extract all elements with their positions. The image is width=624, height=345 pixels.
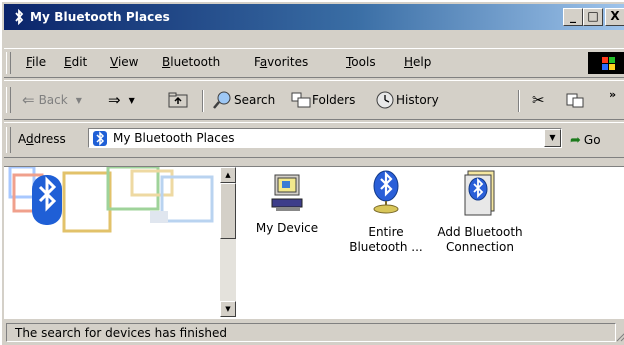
item-label: My Device [255,221,319,235]
go-button[interactable]: ➦ Go [570,129,601,151]
menu-view[interactable]: View [110,55,138,69]
back-arrow-icon: ⇐ [22,91,35,109]
address-label: Address [18,132,66,146]
copy-icon [566,93,584,108]
back-dropdown-icon[interactable]: ▼ [76,96,82,105]
explorer-window: My Bluetooth Places _ □ X File Edit View… [0,0,624,345]
menu-grip[interactable] [6,52,11,74]
address-combobox[interactable]: My Bluetooth Places ▼ [88,128,562,148]
menu-favorites[interactable]: Favorites [254,55,308,69]
toolbar-overflow-chevron[interactable]: » [609,83,616,105]
standard-toolbar: ⇐ Back ▼ ⇒ ▼ Search Folders History ✂ » [4,80,624,120]
toolbar-separator [202,90,204,112]
folders-button[interactable]: Folders [290,89,355,111]
up-folder-button[interactable] [168,89,188,111]
menu-tools[interactable]: Tools [346,55,376,69]
bluetooth-globe-icon [373,170,399,214]
history-icon [376,91,394,109]
window-title: My Bluetooth Places [30,10,170,24]
search-button[interactable]: Search [212,89,275,111]
search-icon [213,91,231,109]
cut-button[interactable]: ✂ [532,89,545,111]
vertical-scrollbar[interactable]: ▲ ▼ [220,167,236,317]
scroll-up-button[interactable]: ▲ [220,167,236,183]
menu-file[interactable]: File [26,55,46,69]
title-bar[interactable]: My Bluetooth Places _ □ X [4,4,624,30]
history-button[interactable]: History [374,89,439,111]
close-button[interactable]: X [605,8,624,26]
bluetooth-icon [93,131,107,146]
address-value: My Bluetooth Places [113,131,235,145]
menu-help[interactable]: Help [404,55,431,69]
bluetooth-banner-graphic [8,165,214,233]
windows-logo-icon [588,52,624,74]
resize-grip-icon[interactable] [616,330,624,342]
bluetooth-wizard-icon [464,170,495,216]
scissors-icon: ✂ [532,91,545,109]
go-arrow-icon: ➦ [570,132,581,148]
status-text: The search for devices has finished [6,323,616,342]
folders-icon [291,92,311,108]
computer-icon [271,174,303,211]
item-label: Add Bluetooth Connection [437,225,523,254]
scroll-down-button[interactable]: ▼ [220,301,236,317]
copy-to-button[interactable] [566,89,586,111]
maximize-button[interactable]: □ [583,8,603,26]
status-bar: The search for devices has finished [4,320,624,345]
address-bar: Address My Bluetooth Places ▼ ➦ Go [4,122,624,158]
scroll-thumb[interactable] [220,183,236,239]
forward-button[interactable]: ⇒ ▼ [108,89,135,111]
my-device-item[interactable]: My Device [242,173,332,236]
address-dropdown-button[interactable]: ▼ [544,129,561,147]
up-folder-icon [168,92,188,108]
bluetooth-banner [4,165,220,319]
toolbar-grip[interactable] [6,87,11,113]
menu-bluetooth[interactable]: Bluetooth [162,55,220,69]
menu-bar: File Edit View Bluetooth Favorites Tools… [4,48,624,78]
folder-view: ▲ ▼ My Device Entire Bluetooth ... Add B… [4,165,624,319]
bluetooth-icon [15,9,24,25]
forward-dropdown-icon[interactable]: ▼ [129,96,135,105]
minimize-button[interactable]: _ [563,8,583,26]
address-grip[interactable] [6,127,11,153]
entire-bluetooth-neighborhood-item[interactable]: Entire Bluetooth ... [341,169,431,255]
add-bluetooth-connection-item[interactable]: Add Bluetooth Connection [435,169,525,255]
back-button[interactable]: ⇐ Back ▼ [22,89,82,111]
item-label: Entire Bluetooth ... [349,225,423,254]
toolbar-separator [518,90,520,112]
forward-arrow-icon: ⇒ [108,91,121,109]
menu-edit[interactable]: Edit [64,55,87,69]
